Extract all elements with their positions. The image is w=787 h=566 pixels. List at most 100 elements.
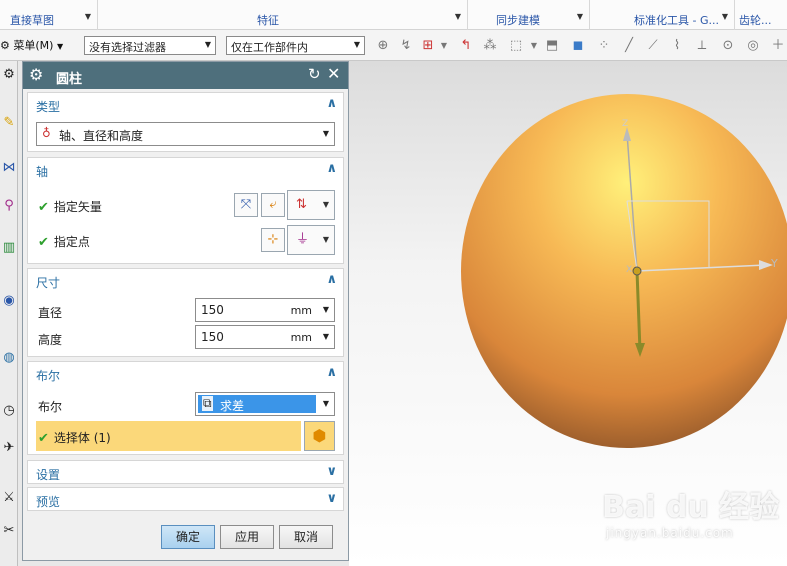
chevron-down-icon[interactable]: ▼: [577, 12, 583, 21]
preview-section-header[interactable]: 预览 ∨: [28, 488, 343, 512]
intersect-icon[interactable]: ⟂: [694, 38, 710, 54]
settings-section-header[interactable]: 设置 ∨: [28, 461, 343, 485]
select-box-icon[interactable]: ⬚: [508, 38, 524, 54]
web-browser-icon[interactable]: ◉: [0, 289, 18, 313]
chevron-up-icon[interactable]: ∧: [326, 96, 337, 111]
gear-icon[interactable]: ⚙: [29, 65, 43, 84]
section-title: 预览: [36, 495, 61, 509]
ribbon-group-standard-tools[interactable]: 标准化工具 - G... ▼: [590, 0, 735, 30]
ok-button[interactable]: 确定: [161, 525, 215, 549]
curve-rule-icon[interactable]: ↰: [458, 38, 474, 54]
close-icon[interactable]: ✕: [327, 64, 340, 83]
type-section-header[interactable]: 类型 ∧: [28, 93, 343, 117]
chevron-down-icon[interactable]: ▼: [323, 305, 329, 314]
apply-button[interactable]: 应用: [220, 525, 274, 549]
snap-icon[interactable]: ⊕: [375, 38, 391, 54]
dimensions-section: 尺寸 ∧ 直径 150 mm ▼ 高度 150 mm ▼: [27, 268, 344, 357]
process-studio-icon[interactable]: ✈: [0, 436, 18, 460]
height-input[interactable]: 150 mm ▼: [195, 325, 335, 349]
point-constructor-button[interactable]: ⊹: [261, 228, 285, 252]
axis-section: 轴 ∧ ✔ 指定矢量 ⤧ ⤶ ⇅ ▼ ✔ 指定点 ⊹ ⏚ ▼: [27, 157, 344, 264]
ribbon-group-direct-sketch[interactable]: 直接草图 ▼: [0, 0, 98, 30]
height-value: 150: [201, 330, 224, 344]
reuse-library-icon[interactable]: ▥: [0, 236, 18, 260]
chevron-up-icon[interactable]: ∧: [326, 161, 337, 176]
chevron-down-icon[interactable]: ▼: [323, 332, 329, 341]
select-body-text: ✔ 选择体 (1): [38, 429, 111, 446]
diameter-label: 直径: [38, 306, 63, 320]
select-body-button[interactable]: ⬢: [304, 421, 335, 451]
menu-button[interactable]: ⚙ 菜单(M) ▼: [0, 37, 63, 53]
clock-icon[interactable]: ◷: [0, 399, 18, 423]
line-icon[interactable]: ╱: [621, 38, 637, 54]
ribbon-group-label: 同步建模: [496, 14, 540, 27]
type-select[interactable]: ♁ 轴、直径和高度 ▼: [36, 122, 335, 146]
solid-body-icon[interactable]: ⬒: [544, 38, 560, 54]
axis-section-header[interactable]: 轴 ∧: [28, 158, 343, 182]
chevron-down-icon[interactable]: ▼: [722, 12, 728, 21]
chevron-down-icon[interactable]: ▼: [455, 12, 461, 21]
ribbon-group-label: 直接草图: [10, 14, 54, 27]
type-section: 类型 ∧ ♁ 轴、直径和高度 ▼: [27, 92, 344, 152]
constraint-navigator-icon[interactable]: ⋈: [0, 156, 18, 180]
chevron-down-icon: ▼: [322, 129, 329, 138]
height-label: 高度: [38, 333, 63, 347]
specify-vector-row: ✔ 指定矢量: [38, 198, 102, 215]
chevron-up-icon[interactable]: ∧: [326, 365, 337, 380]
select-body-row[interactable]: ✔ 选择体 (1): [36, 421, 301, 451]
section-title: 尺寸: [36, 276, 61, 290]
add-point-icon[interactable]: ⊞: [420, 38, 436, 54]
dimensions-section-header[interactable]: 尺寸 ∧: [28, 269, 343, 293]
point-type-dropdown[interactable]: ⏚ ▼: [287, 225, 335, 255]
section-title: 布尔: [36, 369, 61, 383]
quadrant-icon[interactable]: ◎: [745, 38, 761, 54]
menu-label: 菜单(M): [13, 39, 54, 52]
vector-constructor-button[interactable]: ⤶: [261, 193, 285, 217]
chevron-down-icon[interactable]: ∨: [326, 491, 337, 506]
ribbon-group-label: 标准化工具 - G...: [634, 14, 719, 27]
height-unit: mm: [290, 331, 312, 344]
ribbon-bar: 直接草图 ▼ 特征 ▼ 同步建模 ▼ 标准化工具 - G... ▼ 齿轮...: [0, 0, 787, 30]
history-icon[interactable]: ◍: [0, 346, 18, 370]
roles-icon[interactable]: ⚔: [0, 486, 18, 510]
type-filter-select[interactable]: 没有选择过滤器 ▼: [84, 36, 216, 55]
diameter-input[interactable]: 150 mm ▼: [195, 298, 335, 322]
chevron-down-icon: ▼: [204, 40, 211, 49]
face-rule-icon[interactable]: ⁂: [482, 38, 498, 54]
ribbon-group-gear[interactable]: 齿轮...: [735, 0, 787, 30]
center-icon[interactable]: ⊙: [720, 38, 736, 54]
specify-vector-label: 指定矢量: [53, 200, 102, 214]
type-select-value: 轴、直径和高度: [59, 129, 144, 143]
measure-icon[interactable]: ↯: [398, 38, 414, 54]
boolean-select-value: 求差: [220, 399, 245, 413]
boolean-section-header[interactable]: 布尔 ∧: [28, 362, 343, 386]
assembly-navigator-icon[interactable]: ✎: [0, 111, 18, 135]
vector-reverse-button[interactable]: ⤧: [234, 193, 258, 217]
gear-icon[interactable]: ⚙: [0, 63, 18, 87]
chevron-down-icon[interactable]: ▼: [526, 38, 542, 54]
vector-type-dropdown[interactable]: ⇅ ▼: [287, 190, 335, 220]
gear-icon: ⚙: [0, 39, 10, 52]
boolean-select[interactable]: ⧉ 求差 ▼: [195, 392, 335, 416]
graphics-viewport[interactable]: Y X Z: [349, 61, 787, 566]
line-end-icon[interactable]: ⟋: [645, 38, 661, 54]
existing-point-icon[interactable]: ＋: [770, 38, 786, 54]
part-navigator-icon[interactable]: ⚲: [0, 194, 18, 218]
chevron-down-icon[interactable]: ▼: [436, 38, 452, 54]
selection-scope-value: 仅在工作部件内: [231, 41, 308, 54]
dialog-title-bar[interactable]: ⚙ 圆柱 ↻ ✕: [23, 62, 348, 89]
system-materials-icon[interactable]: ✂: [0, 519, 18, 543]
reset-icon[interactable]: ↻: [308, 65, 321, 83]
cancel-button[interactable]: 取消: [279, 525, 333, 549]
axis-x-label: X: [626, 265, 633, 275]
ribbon-group-feature[interactable]: 特征 ▼: [98, 0, 468, 30]
ribbon-group-sync-modeling[interactable]: 同步建模 ▼: [468, 0, 590, 30]
cube-icon[interactable]: ◼: [570, 38, 586, 54]
chevron-down-icon[interactable]: ∨: [326, 464, 337, 479]
chevron-down-icon[interactable]: ▼: [85, 12, 91, 21]
chevron-up-icon[interactable]: ∧: [326, 272, 337, 287]
curve-icon[interactable]: ⌇: [669, 38, 685, 54]
chevron-down-icon: ▼: [322, 235, 329, 244]
selection-scope-select[interactable]: 仅在工作部件内 ▼: [226, 36, 365, 55]
point-grid-icon[interactable]: ⁘: [596, 38, 612, 54]
